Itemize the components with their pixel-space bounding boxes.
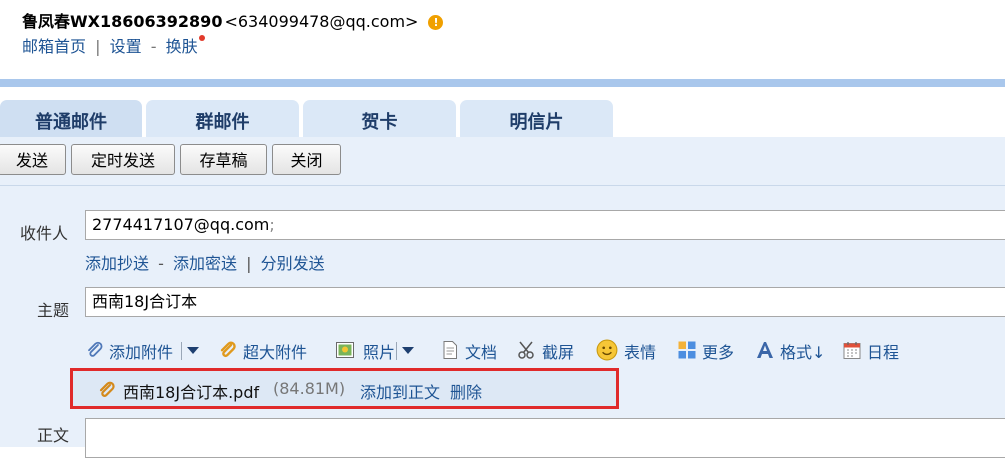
separate-send-link[interactable]: 分别发送 [261,254,325,273]
document-icon [443,341,457,359]
schedule-label[interactable]: 日程 [867,339,899,363]
send-button[interactable]: 发送 [0,144,66,175]
document-label[interactable]: 文档 [465,339,497,363]
format-tool[interactable]: 格式↓ [755,338,825,364]
tab-postcard[interactable]: 明信片 [460,100,613,140]
body-label: 正文 [37,426,70,445]
font-format-icon [757,342,773,358]
link-separator: - [150,37,157,56]
emoji-label[interactable]: 表情 [624,339,656,363]
timed-send-button[interactable]: 定时发送 [71,144,175,175]
screenshot-tool[interactable]: 截屏 [517,338,579,364]
body-editor[interactable] [85,418,1005,458]
calendar-icon [843,342,861,359]
user-name: 鲁凤春WX18606392890 [22,12,223,31]
subject-input[interactable]: 西南18J合订本 [85,287,1005,317]
tab-normal-mail[interactable]: 普通邮件 [0,100,142,140]
grid-icon [678,341,696,359]
photo-icon [336,342,354,358]
document-tool[interactable]: 文档 [440,338,502,364]
add-attachment-tool[interactable]: 添加附件 [85,338,180,364]
to-label: 收件人 [20,224,69,243]
emoji-tool[interactable]: 表情 [596,338,661,364]
header-accent-bar [0,79,1005,87]
paperclip-icon [88,341,103,357]
add-bcc-link[interactable]: 添加密送 [173,254,237,273]
photo-tool[interactable]: 照片 [335,338,405,364]
attachment-item: 西南18J合订本.pdf (84.81M) 添加到正文 删除 [70,368,619,409]
smiley-icon [596,339,618,361]
dropdown-divider [396,342,397,360]
tab-greeting-card[interactable]: 贺卡 [303,100,456,140]
settings-link[interactable]: 设置 [110,37,142,56]
super-attachment-tool[interactable]: 超大附件 [218,338,313,364]
photo-dropdown-icon[interactable] [402,347,414,354]
mailbox-home-link[interactable]: 邮箱首页 [22,37,86,56]
add-cc-link[interactable]: 添加抄送 [85,254,149,273]
large-paperclip-icon [220,341,236,357]
add-attachment-label[interactable]: 添加附件 [109,339,173,363]
attachment-clip-icon [99,381,115,397]
link-separator: | [95,37,101,56]
recipient-address[interactable]: 2774417107@qq.com [92,215,269,234]
link-separator: | [246,254,252,273]
user-email: <634099478@qq.com> [224,12,419,31]
delete-attachment-link[interactable]: 删除 [450,379,482,403]
change-skin-link[interactable]: 换肤 [166,37,198,56]
dropdown-divider [181,342,182,360]
attachment-name: 西南18J合订本.pdf [123,383,260,402]
mail-header: 鲁凤春WX18606392890 <634099478@qq.com>! 邮箱首页… [0,0,1005,80]
recipient-separator: ; [269,215,275,234]
close-button[interactable]: 关闭 [272,144,341,175]
attachment-size: (84.81M) [273,379,346,398]
tab-group-mail[interactable]: 群邮件 [146,100,299,140]
cc-links: 添加抄送 - 添加密送 | 分别发送 [85,250,325,274]
toolbar-divider [0,185,1005,186]
warning-icon[interactable]: ! [428,15,444,30]
save-draft-button[interactable]: 存草稿 [180,144,267,175]
photo-label[interactable]: 照片 [363,339,395,363]
super-attachment-label[interactable]: 超大附件 [243,339,307,363]
link-separator: - [158,254,164,273]
add-to-body-link[interactable]: 添加到正文 [360,379,440,403]
subject-label: 主题 [37,301,70,320]
screenshot-label[interactable]: 截屏 [542,339,574,363]
add-attachment-dropdown-icon[interactable] [187,347,199,354]
top-links: 邮箱首页 | 设置 - 换肤 [22,33,205,57]
to-input[interactable]: 2774417107@qq.com; [85,210,1005,240]
format-label[interactable]: 格式↓ [780,339,825,363]
schedule-tool[interactable]: 日程 [842,338,904,364]
more-tool[interactable]: 更多 [677,338,739,364]
notification-dot-icon [198,35,205,41]
scissors-icon [518,341,534,359]
more-label[interactable]: 更多 [702,339,734,363]
user-identity-line: 鲁凤春WX18606392890 <634099478@qq.com>! [22,8,444,32]
